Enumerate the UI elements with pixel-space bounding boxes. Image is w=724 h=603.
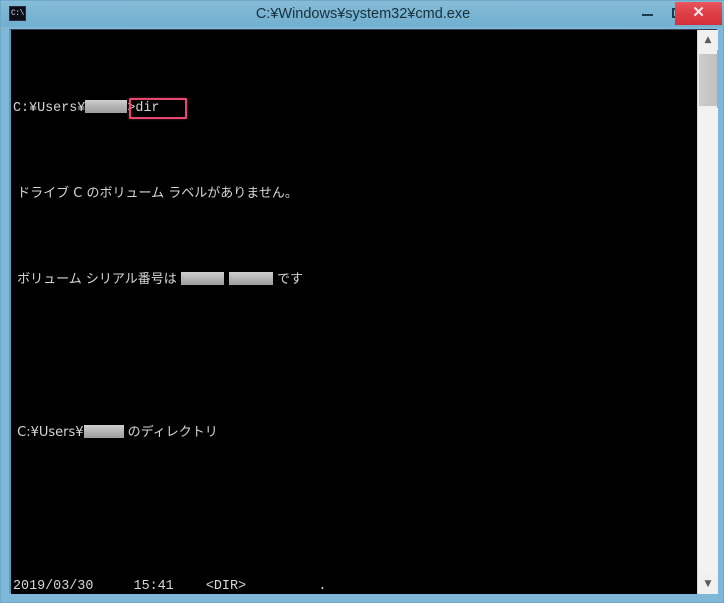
console-scrollbar[interactable]: ▲ ▼ (697, 30, 718, 594)
entry-time: 15:41 (93, 578, 174, 594)
close-button[interactable]: ✕ (675, 2, 722, 25)
console-client-area: C:¥Users¥ >dir ドライブ C のボリューム ラベルがありません。 ボ… (9, 29, 718, 594)
directory-of-prefix: C:¥Users¥ (13, 425, 84, 441)
directory-of-suffix: のディレクトリ (123, 425, 218, 441)
entry-date: 2019/03/30 (13, 578, 94, 594)
cmd-window: C:\ C:¥Windows¥system32¥cmd.exe ✕ C:¥Use… (0, 0, 724, 603)
minimize-icon (642, 14, 653, 16)
console-line-directory-of: C:¥Users¥ のディレクトリ (13, 424, 699, 441)
console-blank-line-2 (13, 492, 699, 509)
console-line-volume-label: ドライブ C のボリューム ラベルがありません。 (13, 186, 298, 202)
serial-prefix: ボリューム シリアル番号は (13, 271, 181, 287)
close-icon: ✕ (692, 4, 705, 21)
console-line-prompt-dir: C:¥Users¥ >dir (13, 98, 699, 120)
prompt-path-1: C:¥Users¥ (13, 101, 86, 117)
entry-type: <DIR> (173, 578, 247, 594)
redaction-serial-part-1 (180, 271, 224, 285)
console-output[interactable]: C:¥Users¥ >dir ドライブ C のボリューム ラベルがありません。 ボ… (11, 30, 699, 594)
console-line-volume-serial: ボリューム シリアル番号は です (13, 271, 699, 288)
serial-suffix: です (272, 271, 304, 287)
redaction-username-1 (85, 100, 128, 114)
scroll-down-arrow-icon[interactable]: ▼ (698, 574, 718, 594)
command-dir: >dir (127, 101, 160, 117)
console-text-lines: C:¥Users¥ >dir ドライブ C のボリューム ラベルがありません。 ボ… (11, 32, 699, 594)
directory-entry-row: 2019/03/30 15:41 <DIR> . (13, 578, 699, 595)
directory-listing: 2019/03/30 15:41 <DIR> .2019/03/30 15:41… (13, 578, 699, 595)
scroll-up-arrow-icon[interactable]: ▲ (698, 30, 718, 50)
redaction-serial-part-2 (228, 271, 273, 285)
minimize-button[interactable] (633, 1, 661, 25)
window-titlebar[interactable]: C:\ C:¥Windows¥system32¥cmd.exe ✕ (1, 1, 724, 27)
scrollbar-track[interactable] (698, 108, 718, 574)
console-blank-line-1 (13, 339, 699, 356)
entry-name: . (246, 578, 327, 594)
scrollbar-thumb[interactable] (699, 54, 717, 106)
redaction-username-2 (83, 425, 124, 439)
window-title: C:¥Windows¥system32¥cmd.exe (255, 6, 471, 22)
